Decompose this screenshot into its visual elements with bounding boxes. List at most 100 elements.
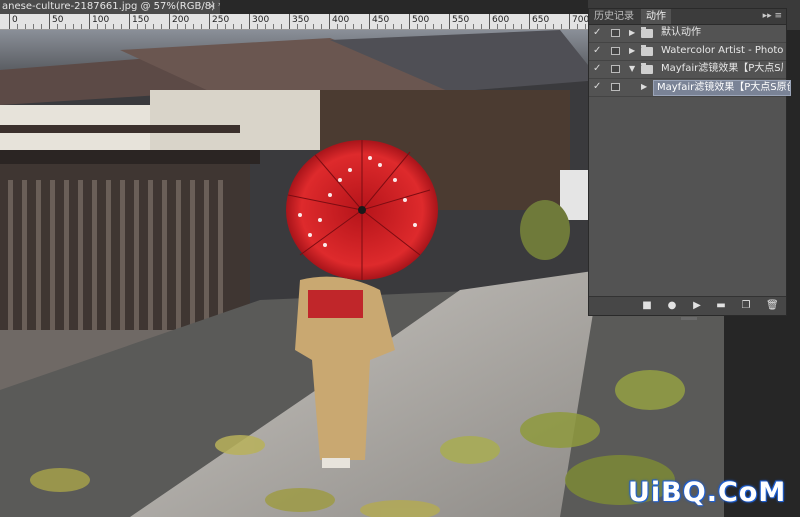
dialog-toggle-icon[interactable]: [611, 47, 620, 55]
ruler-label: 100: [92, 15, 110, 25]
ruler-minor-tick: [225, 24, 226, 29]
ruler-minor-tick: [241, 24, 242, 29]
ruler-minor-tick: [73, 24, 74, 29]
ruler-minor-tick: [33, 24, 34, 29]
folder-icon: [641, 27, 653, 38]
ruler-minor-tick: [17, 24, 18, 29]
toggle-check-icon[interactable]: ✓: [593, 25, 605, 41]
ruler-minor-tick: [513, 24, 514, 29]
dialog-toggle-icon[interactable]: [611, 83, 620, 91]
ruler-label: 650: [532, 15, 550, 25]
actions-list: ✓ ▶ 默认动作 ✓ ▶ Watercolor Artist - Photoshop Ac…: [589, 25, 791, 97]
ruler-minor-tick: [137, 24, 138, 29]
ruler-label: 450: [372, 15, 390, 25]
ruler-minor-tick: [273, 24, 274, 29]
action-row[interactable]: ✓ ▼ Mayfair滤镜效果【P大点S原创】: [589, 61, 786, 79]
ruler-tick: [329, 14, 330, 29]
delete-button[interactable]: 🗑: [766, 300, 779, 311]
ruler-minor-tick: [41, 24, 42, 29]
dialog-toggle-icon[interactable]: [611, 65, 620, 73]
ruler-minor-tick: [585, 24, 586, 29]
ruler-label: 250: [212, 15, 230, 25]
ruler-minor-tick: [57, 24, 58, 29]
ruler-minor-tick: [425, 24, 426, 29]
ruler-minor-tick: [257, 24, 258, 29]
ruler-label: 550: [452, 15, 470, 25]
ruler-minor-tick: [345, 24, 346, 29]
ruler-minor-tick: [97, 24, 98, 29]
collapsed-triangle-icon[interactable]: ▶: [641, 79, 647, 95]
ruler-minor-tick: [441, 24, 442, 29]
action-row[interactable]: ✓ ▶ Watercolor Artist - Photoshop Action: [589, 43, 786, 61]
ruler-tick: [89, 14, 90, 29]
ruler-minor-tick: [473, 24, 474, 29]
panel-footer: ■ ● ▶ ▬ ❐ 🗑: [589, 296, 786, 315]
play-button[interactable]: ▶: [691, 300, 703, 311]
ruler-minor-tick: [121, 24, 122, 29]
ruler-minor-tick: [545, 24, 546, 29]
toggle-check-icon[interactable]: ✓: [593, 79, 605, 95]
document-tab-title: anese-culture-2187661.jpg @ 57%(RGB/8) *: [2, 1, 220, 12]
ruler-minor-tick: [321, 24, 322, 29]
close-icon[interactable]: ×: [208, 0, 216, 14]
expanded-triangle-icon[interactable]: ▼: [629, 61, 635, 77]
ruler-minor-tick: [561, 24, 562, 29]
resize-grip[interactable]: [681, 317, 697, 320]
panel-header: 历史记录 动作 ▸▸ ≡: [589, 9, 786, 25]
ruler-label: 200: [172, 15, 190, 25]
ruler-tick: [529, 14, 530, 29]
tab-history[interactable]: 历史记录: [589, 9, 639, 24]
action-label: 默认动作: [661, 27, 701, 38]
ruler-label: 400: [332, 15, 350, 25]
ruler-label: 300: [252, 15, 270, 25]
ruler-tick: [49, 14, 50, 29]
tab-actions[interactable]: 动作: [641, 9, 671, 24]
ruler-minor-tick: [153, 24, 154, 29]
panel-menu-icon[interactable]: ▸▸ ≡: [763, 9, 782, 24]
actions-panel[interactable]: 历史记录 动作 ▸▸ ≡ ✓ ▶ 默认动作 ✓ ▶ Watercolor Artist -…: [588, 8, 791, 320]
ruler-minor-tick: [201, 24, 202, 29]
ruler-tick: [249, 14, 250, 29]
collapsed-triangle-icon[interactable]: ▶: [629, 25, 635, 41]
record-button[interactable]: ●: [666, 300, 678, 311]
ruler-minor-tick: [457, 24, 458, 29]
action-row[interactable]: ✓ ▶ 默认动作: [589, 25, 786, 43]
action-label: Mayfair滤镜效果【P大点S原创】: [653, 80, 791, 96]
ruler-minor-tick: [25, 24, 26, 29]
action-row[interactable]: ✓ ▶ Mayfair滤镜效果【P大点S原创】: [589, 79, 791, 97]
toggle-check-icon[interactable]: ✓: [593, 61, 605, 77]
ruler-minor-tick: [521, 24, 522, 29]
ruler-minor-tick: [281, 24, 282, 29]
watermark-logo: UiBQ.CoM: [628, 477, 787, 508]
ruler-minor-tick: [401, 24, 402, 29]
toggle-check-icon[interactable]: ✓: [593, 43, 605, 59]
ruler-minor-tick: [337, 24, 338, 29]
ruler-minor-tick: [377, 24, 378, 29]
horizontal-ruler[interactable]: 0 50 100 150 200 250 300 350 400 450 500 550 600 650 7…: [0, 14, 588, 30]
ruler-minor-tick: [65, 24, 66, 29]
ruler-minor-tick: [105, 24, 106, 29]
ruler-minor-tick: [417, 24, 418, 29]
ruler-tick: [289, 14, 290, 29]
ruler-tick: [129, 14, 130, 29]
ruler-minor-tick: [361, 24, 362, 29]
document-tab[interactable]: anese-culture-2187661.jpg @ 57%(RGB/8) *…: [0, 0, 220, 14]
ruler-minor-tick: [81, 24, 82, 29]
collapsed-triangle-icon[interactable]: ▶: [629, 43, 635, 59]
ruler-label: 150: [132, 15, 150, 25]
ruler-minor-tick: [481, 24, 482, 29]
new-set-button[interactable]: ▬: [715, 300, 727, 311]
ruler-tick: [369, 14, 370, 29]
ruler-minor-tick: [353, 24, 354, 29]
ruler-minor-tick: [537, 24, 538, 29]
ruler-minor-tick: [465, 24, 466, 29]
new-action-button[interactable]: ❐: [740, 300, 752, 311]
ruler-minor-tick: [297, 24, 298, 29]
stop-button[interactable]: ■: [641, 300, 653, 311]
ruler-minor-tick: [145, 24, 146, 29]
dialog-toggle-icon[interactable]: [611, 29, 620, 37]
ruler-minor-tick: [577, 24, 578, 29]
ruler-label: 350: [292, 15, 310, 25]
ruler-minor-tick: [265, 24, 266, 29]
ruler-minor-tick: [305, 24, 306, 29]
